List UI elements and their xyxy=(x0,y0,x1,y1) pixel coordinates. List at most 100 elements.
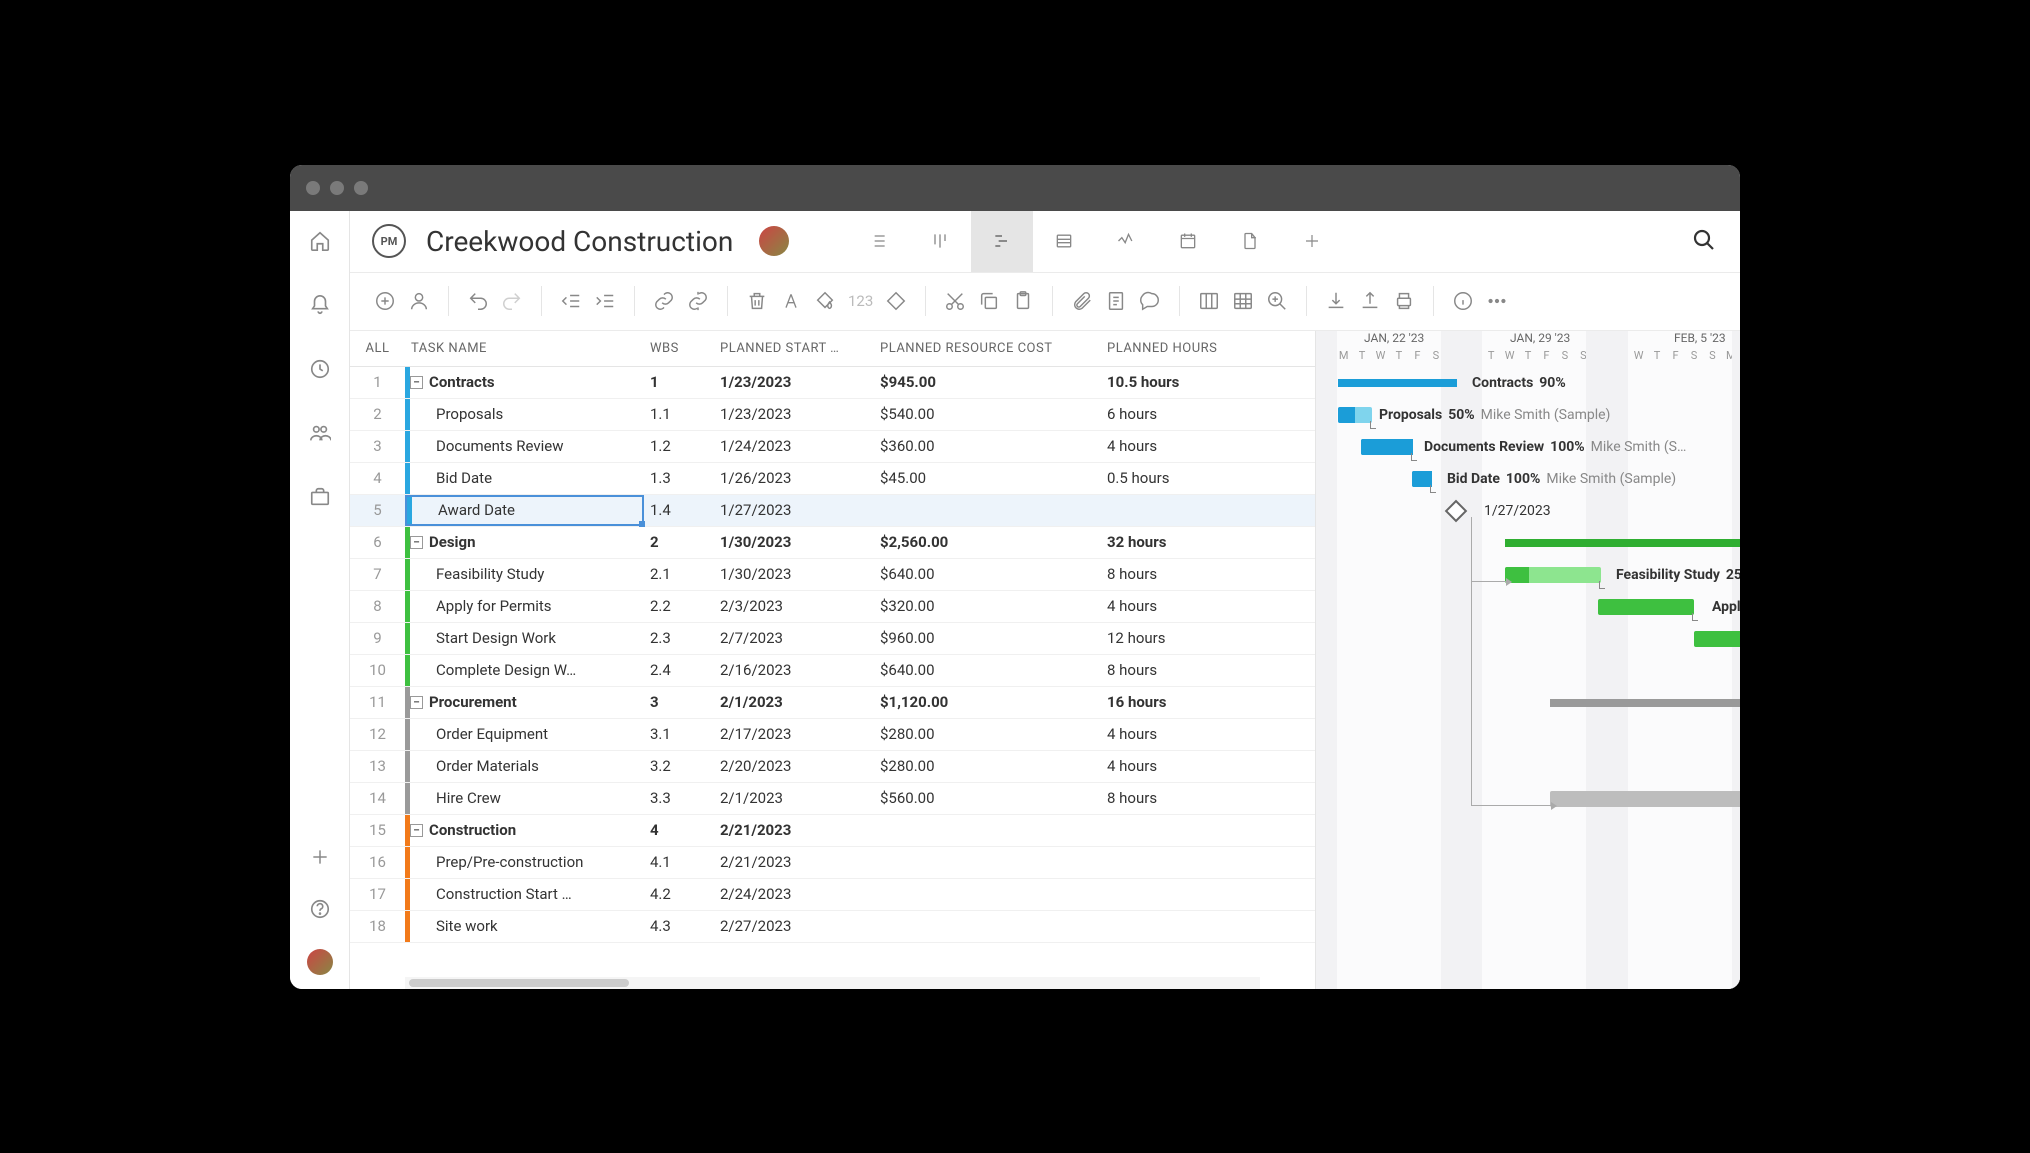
gantt-row[interactable] xyxy=(1316,879,1740,911)
unlink-icon[interactable] xyxy=(687,290,709,312)
gantt-row[interactable]: Bid Date100%Mike Smith (Sample) xyxy=(1316,463,1740,495)
task-name-cell[interactable]: Start Design Work xyxy=(410,623,644,654)
portfolio-icon[interactable] xyxy=(308,485,332,509)
gantt-row[interactable]: Proposals50%Mike Smith (Sample) xyxy=(1316,399,1740,431)
hours-cell[interactable] xyxy=(1101,879,1306,910)
cost-cell[interactable]: $1,120.00 xyxy=(874,687,1101,718)
text-format-icon[interactable] xyxy=(780,290,802,312)
project-avatar[interactable] xyxy=(759,226,789,256)
start-cell[interactable]: 2/3/2023 xyxy=(714,591,874,622)
wbs-cell[interactable]: 4.2 xyxy=(644,879,714,910)
table-row[interactable]: 9Start Design Work2.32/7/2023$960.0012 h… xyxy=(350,623,1315,655)
gantt-summary-bar[interactable] xyxy=(1550,699,1740,707)
hours-cell[interactable]: 6 hours xyxy=(1101,399,1306,430)
cost-cell[interactable]: $2,560.00 xyxy=(874,527,1101,558)
user-avatar[interactable] xyxy=(307,949,333,975)
wbs-cell[interactable]: 2.4 xyxy=(644,655,714,686)
start-cell[interactable]: 2/27/2023 xyxy=(714,911,874,942)
cost-cell[interactable]: $280.00 xyxy=(874,751,1101,782)
start-cell[interactable]: 2/1/2023 xyxy=(714,783,874,814)
import-icon[interactable] xyxy=(1325,290,1347,312)
add-view-tab[interactable] xyxy=(1281,211,1343,273)
team-icon[interactable] xyxy=(308,421,332,445)
hours-cell[interactable]: 0.5 hours xyxy=(1101,463,1306,494)
gantt-chart[interactable]: JAN, 22 '23JAN, 29 '23FEB, 5 '23 SMTWTFS… xyxy=(1315,331,1740,989)
cost-cell[interactable]: $45.00 xyxy=(874,463,1101,494)
task-name-cell[interactable]: Order Equipment xyxy=(410,719,644,750)
hours-cell[interactable]: 10.5 hours xyxy=(1101,367,1306,398)
start-cell[interactable]: 1/27/2023 xyxy=(714,495,874,526)
wbs-cell[interactable]: 3.2 xyxy=(644,751,714,782)
start-cell[interactable]: 1/30/2023 xyxy=(714,527,874,558)
wbs-cell[interactable]: 4.1 xyxy=(644,847,714,878)
hours-cell[interactable] xyxy=(1101,847,1306,878)
gantt-row[interactable] xyxy=(1316,847,1740,879)
task-name-cell[interactable]: Construction Start … xyxy=(410,879,644,910)
wbs-cell[interactable]: 4 xyxy=(644,815,714,846)
table-row[interactable]: 15−Construction42/21/2023 xyxy=(350,815,1315,847)
hours-cell[interactable]: 4 hours xyxy=(1101,431,1306,462)
task-name-cell[interactable]: Site work xyxy=(410,911,644,942)
start-cell[interactable]: 2/24/2023 xyxy=(714,879,874,910)
col-wbs[interactable]: WBS xyxy=(644,331,714,366)
cost-cell[interactable]: $945.00 xyxy=(874,367,1101,398)
gantt-milestone[interactable] xyxy=(1445,499,1468,522)
task-name-cell[interactable]: −Procurement xyxy=(410,687,644,718)
collapse-icon[interactable]: − xyxy=(410,376,423,389)
task-name-cell[interactable]: Order Materials xyxy=(410,751,644,782)
start-cell[interactable]: 1/26/2023 xyxy=(714,463,874,494)
hours-cell[interactable]: 8 hours xyxy=(1101,783,1306,814)
wbs-cell[interactable]: 1.3 xyxy=(644,463,714,494)
gantt-row[interactable]: Contracts90% xyxy=(1316,367,1740,399)
table-row[interactable]: 12Order Equipment3.12/17/2023$280.004 ho… xyxy=(350,719,1315,751)
comments-icon[interactable] xyxy=(1139,290,1161,312)
task-name-cell[interactable]: −Construction xyxy=(410,815,644,846)
wbs-cell[interactable]: 3.1 xyxy=(644,719,714,750)
table-row[interactable]: 1−Contracts11/23/2023$945.0010.5 hours xyxy=(350,367,1315,399)
fill-color-icon[interactable] xyxy=(814,290,836,312)
outdent-icon[interactable] xyxy=(560,290,582,312)
more-icon[interactable] xyxy=(1486,290,1508,312)
task-name-cell[interactable]: Proposals xyxy=(410,399,644,430)
cost-cell[interactable]: $280.00 xyxy=(874,719,1101,750)
zoom-icon[interactable] xyxy=(1266,290,1288,312)
hours-cell[interactable]: 4 hours xyxy=(1101,719,1306,750)
hours-cell[interactable]: 32 hours xyxy=(1101,527,1306,558)
start-cell[interactable]: 2/20/2023 xyxy=(714,751,874,782)
cost-cell[interactable]: $640.00 xyxy=(874,655,1101,686)
board-view-tab[interactable] xyxy=(909,211,971,273)
task-name-cell[interactable]: −Design xyxy=(410,527,644,558)
start-cell[interactable]: 1/30/2023 xyxy=(714,559,874,590)
start-cell[interactable]: 2/21/2023 xyxy=(714,815,874,846)
dashboard-view-tab[interactable] xyxy=(1095,211,1157,273)
sheet-view-tab[interactable] xyxy=(1033,211,1095,273)
collapse-icon[interactable]: − xyxy=(410,824,423,837)
wbs-cell[interactable]: 1.2 xyxy=(644,431,714,462)
col-planned-cost[interactable]: PLANNED RESOURCE COST xyxy=(874,331,1101,366)
help-icon[interactable] xyxy=(308,897,332,921)
wbs-cell[interactable]: 2 xyxy=(644,527,714,558)
add-task-icon[interactable] xyxy=(374,290,396,312)
table-row[interactable]: 10Complete Design W…2.42/16/2023$640.008… xyxy=(350,655,1315,687)
cost-cell[interactable] xyxy=(874,847,1101,878)
collapse-icon[interactable]: − xyxy=(410,696,423,709)
hours-cell[interactable] xyxy=(1101,495,1306,526)
gantt-row[interactable]: Documents Review100%Mike Smith (S… xyxy=(1316,431,1740,463)
task-name-cell[interactable]: Feasibility Study xyxy=(410,559,644,590)
gantt-task-bar[interactable] xyxy=(1694,631,1740,647)
table-row[interactable]: 3Documents Review1.21/24/2023$360.004 ho… xyxy=(350,431,1315,463)
window-max-dot[interactable] xyxy=(354,181,368,195)
task-name-cell[interactable]: Prep/Pre-construction xyxy=(410,847,644,878)
start-cell[interactable]: 2/21/2023 xyxy=(714,847,874,878)
redo-icon[interactable] xyxy=(501,290,523,312)
grid-icon[interactable] xyxy=(1232,290,1254,312)
notes-icon[interactable] xyxy=(1105,290,1127,312)
col-task-name[interactable]: TASK NAME xyxy=(405,331,644,366)
notifications-icon[interactable] xyxy=(308,293,332,317)
table-row[interactable]: 17Construction Start …4.22/24/2023 xyxy=(350,879,1315,911)
task-name-cell[interactable]: Documents Review xyxy=(410,431,644,462)
wbs-cell[interactable]: 1.4 xyxy=(644,495,714,526)
milestone-icon[interactable] xyxy=(885,290,907,312)
hours-cell[interactable]: 8 hours xyxy=(1101,559,1306,590)
col-planned-hours[interactable]: PLANNED HOURS xyxy=(1101,331,1306,366)
